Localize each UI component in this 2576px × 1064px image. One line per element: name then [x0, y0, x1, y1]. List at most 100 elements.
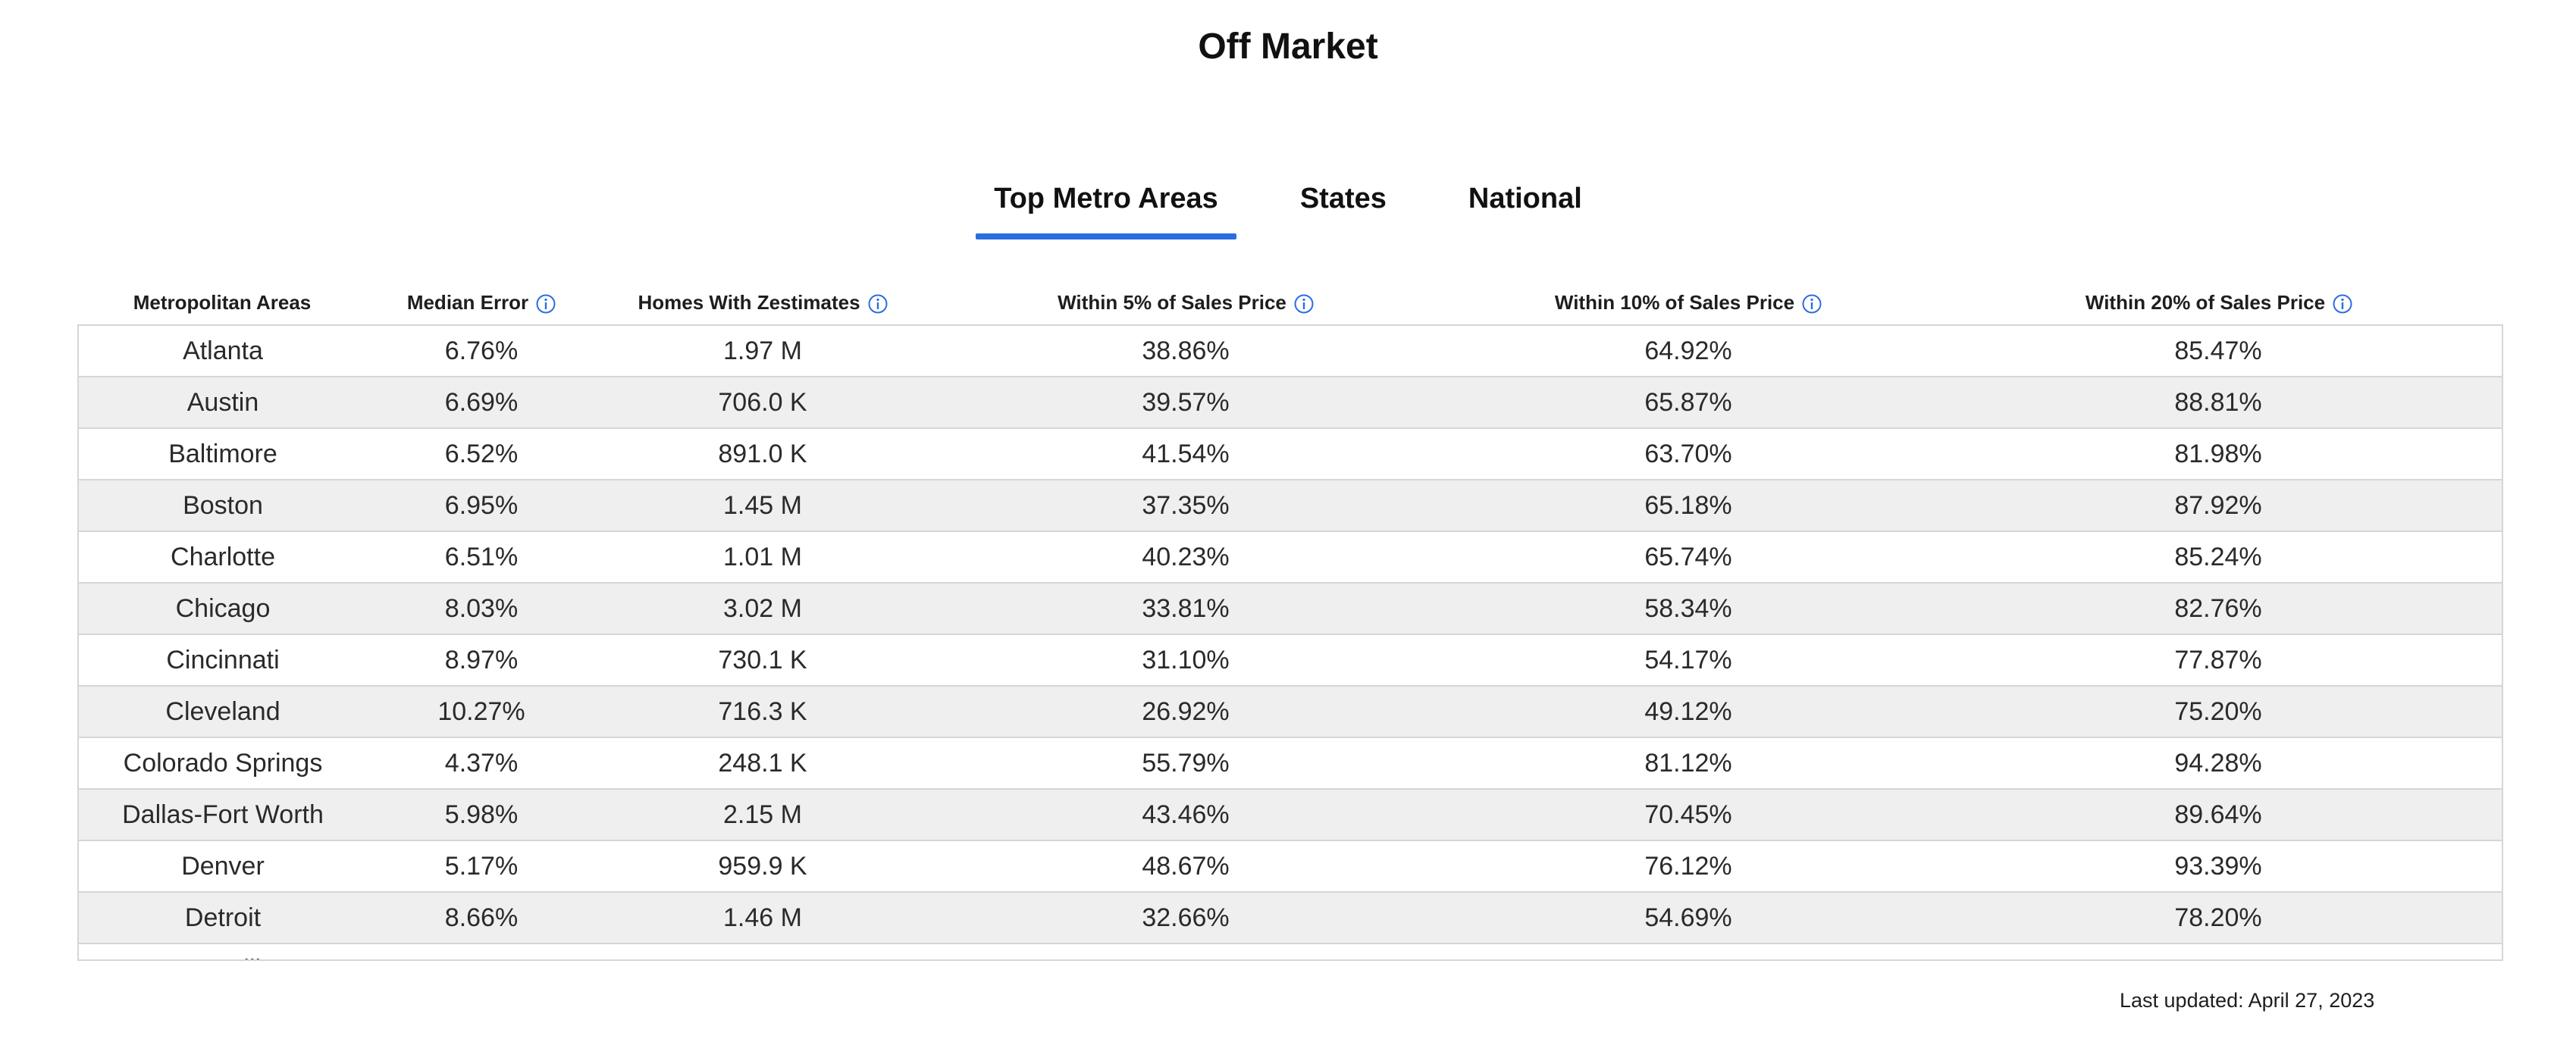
metro-name-cell: Fort Collins — [79, 944, 367, 959]
last-updated-text: Last updated: April 27, 2023 — [2120, 989, 2375, 1012]
metric-cell: 41.54% — [929, 428, 1442, 480]
metric-cell: 65.87% — [1442, 377, 1935, 429]
metric-cell: 94.28% — [1935, 737, 2502, 790]
column-header-label: Within 10% of Sales Price — [1554, 290, 1795, 314]
metric-cell: 3.02 M — [596, 583, 929, 635]
metric-cell: 65.18% — [1442, 480, 1935, 532]
metro-name-cell: Chicago — [79, 583, 367, 635]
metric-cell: 2.15 M — [596, 789, 929, 841]
table-row: Baltimore 6.52% 891.0 K 41.54% 63.70% 81.98% — [79, 428, 2502, 480]
metric-cell: 40.23% — [929, 531, 1442, 584]
tab-national[interactable]: National — [1450, 171, 1600, 239]
column-header: Within 20% of Sales Price — [1935, 280, 2503, 324]
table-row: Denver 5.17% 959.9 K 48.67% 76.12% 93.39% — [79, 840, 2502, 893]
metric-cell: 4.37% — [367, 737, 596, 790]
metric-cell: 89.64% — [1935, 789, 2502, 841]
table-row: Boston 6.95% 1.45 M 37.35% 65.18% 87.92% — [79, 480, 2502, 532]
metro-name-cell: Detroit — [79, 892, 367, 944]
metric-cell: 5.98% — [367, 789, 596, 841]
table-row: Atlanta 6.76% 1.97 M 38.86% 64.92% 85.47% — [79, 326, 2502, 377]
table-row: Dallas-Fort Worth 5.98% 2.15 M 43.46% 70.45%… — [79, 789, 2502, 841]
column-header-label: Homes With Zestimates — [638, 290, 860, 314]
metric-cell: 48.84% — [929, 944, 1442, 959]
metro-name-cell: Baltimore — [79, 428, 367, 480]
metric-cell: 1.46 M — [596, 892, 929, 944]
metric-cell: 32.66% — [929, 892, 1442, 944]
metric-cell: 10.27% — [367, 686, 596, 738]
metro-accuracy-table: Metropolitan Areas Median Error Homes With… — [77, 280, 2503, 961]
metric-cell: 90.54% — [1935, 944, 2502, 959]
metric-cell: 43.46% — [929, 789, 1442, 841]
metro-name-cell: Cleveland — [79, 686, 367, 738]
metric-cell: 85.24% — [1935, 531, 2502, 584]
page-title: Off Market — [1198, 27, 1378, 67]
table-row: Austin 6.69% 706.0 K 39.57% 65.87% 88.81% — [79, 377, 2502, 429]
column-header-label: Within 5% of Sales Price — [1058, 290, 1286, 314]
metric-cell: 71.84% — [1442, 944, 1935, 959]
metric-cell: 65.74% — [1442, 531, 1935, 584]
info-icon[interactable] — [536, 294, 556, 314]
metric-cell: 93.39% — [1935, 840, 2502, 893]
metric-cell: 78.20% — [1935, 892, 2502, 944]
table-header: Metropolitan Areas Median Error Homes With… — [77, 280, 2503, 324]
metric-cell: 33.81% — [929, 583, 1442, 635]
metric-cell: 77.87% — [1935, 634, 2502, 687]
metric-cell: 6.52% — [367, 428, 596, 480]
table-scroll-area[interactable]: Atlanta 6.76% 1.97 M 38.86% 64.92% 85.47% Aust… — [77, 324, 2503, 961]
metro-name-cell: Atlanta — [79, 326, 367, 377]
metric-cell: 55.79% — [929, 737, 1442, 790]
metric-cell: 730.1 K — [596, 634, 929, 687]
table-row: Fort Collins5.16%138.4 K48.84%71.84%90.5… — [79, 944, 2502, 959]
info-icon[interactable] — [1802, 294, 1822, 314]
metric-cell: 70.45% — [1442, 789, 1935, 841]
metric-cell: 959.9 K — [596, 840, 929, 893]
metric-cell: 26.92% — [929, 686, 1442, 738]
table-body: Atlanta 6.76% 1.97 M 38.86% 64.92% 85.47% Aust… — [79, 326, 2502, 959]
info-icon[interactable] — [1294, 294, 1314, 314]
metric-cell: 5.16% — [367, 944, 596, 959]
metric-cell: 8.97% — [367, 634, 596, 687]
table-row: Charlotte 6.51% 1.01 M 40.23% 65.74% 85.24% — [79, 531, 2502, 584]
column-header-label: Metropolitan Areas — [133, 290, 312, 314]
metric-cell: 248.1 K — [596, 737, 929, 790]
metro-name-cell: Cincinnati — [79, 634, 367, 687]
metric-cell: 1.01 M — [596, 531, 929, 584]
metric-cell: 37.35% — [929, 480, 1442, 532]
metric-cell: 6.95% — [367, 480, 596, 532]
tab-top-metro-areas[interactable]: Top Metro Areas — [976, 171, 1236, 239]
metric-cell: 1.97 M — [596, 326, 929, 377]
metric-cell: 38.86% — [929, 326, 1442, 377]
metric-cell: 81.98% — [1935, 428, 2502, 480]
column-header-label: Within 20% of Sales Price — [2085, 290, 2326, 314]
info-icon[interactable] — [2333, 294, 2352, 314]
table-row: Cincinnati 8.97% 730.1 K 31.10% 54.17% 77.87% — [79, 634, 2502, 687]
metric-cell: 75.20% — [1935, 686, 2502, 738]
metric-cell: 1.45 M — [596, 480, 929, 532]
metric-cell: 54.17% — [1442, 634, 1935, 687]
table-row: Cleveland 10.27% 716.3 K 26.92% 49.12% 75.20% — [79, 686, 2502, 738]
metric-cell: 63.70% — [1442, 428, 1935, 480]
column-header: Median Error — [367, 280, 596, 324]
metric-cell: 31.10% — [929, 634, 1442, 687]
metric-cell: 54.69% — [1442, 892, 1935, 944]
metric-cell: 87.92% — [1935, 480, 2502, 532]
table-row: Chicago 8.03% 3.02 M 33.81% 58.34% 82.76% — [79, 583, 2502, 635]
column-header: Metropolitan Areas — [77, 280, 367, 324]
tab-states[interactable]: States — [1282, 171, 1405, 239]
region-tabs: Top Metro Areas States National — [0, 171, 2576, 239]
metric-cell: 716.3 K — [596, 686, 929, 738]
metric-cell: 88.81% — [1935, 377, 2502, 429]
column-header: Homes With Zestimates — [596, 280, 929, 324]
metric-cell: 6.69% — [367, 377, 596, 429]
table-row: Colorado Springs 4.37% 248.1 K 55.79% 81.12%… — [79, 737, 2502, 790]
info-icon[interactable] — [868, 294, 888, 314]
metric-cell: 39.57% — [929, 377, 1442, 429]
table-row: Detroit 8.66% 1.46 M 32.66% 54.69% 78.20% — [79, 892, 2502, 944]
metro-name-cell: Austin — [79, 377, 367, 429]
metro-name-cell: Dallas-Fort Worth — [79, 789, 367, 841]
metro-name-cell: Colorado Springs — [79, 737, 367, 790]
metric-cell: 6.76% — [367, 326, 596, 377]
metric-cell: 85.47% — [1935, 326, 2502, 377]
metro-name-cell: Boston — [79, 480, 367, 532]
metric-cell: 76.12% — [1442, 840, 1935, 893]
